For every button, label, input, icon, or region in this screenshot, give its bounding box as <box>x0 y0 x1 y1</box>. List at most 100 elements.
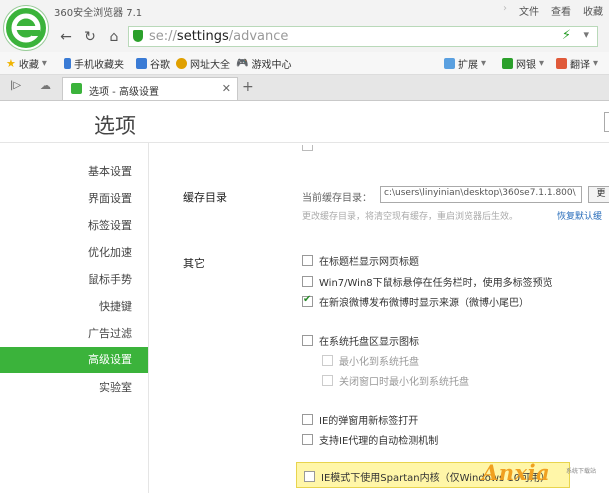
gamepad-icon: 🎮 <box>236 58 249 69</box>
option-ie-popup-newtab[interactable]: IE的弹窗用新标签打开 <box>302 412 418 427</box>
chevron-down-icon: ▾ <box>41 58 47 69</box>
globe-icon <box>176 58 187 69</box>
checkbox[interactable] <box>302 434 313 445</box>
app-title: 360安全浏览器 7.1 <box>54 8 143 19</box>
chevron-down-icon: ▾ <box>539 58 545 69</box>
restore-default-cache-link[interactable]: 恢复默认缓 <box>557 209 602 222</box>
checkbox[interactable] <box>302 335 313 346</box>
checkbox[interactable] <box>302 255 313 266</box>
page-title: 选项 <box>94 114 136 138</box>
bank-button[interactable]: 网银 ▾ <box>502 56 544 71</box>
watermark-subtitle: 系统下载站 <box>566 468 597 475</box>
menu-view[interactable]: 查看 <box>551 3 571 18</box>
favorites-item-label: 游戏中心 <box>251 60 292 71</box>
option-close-to-tray[interactable]: 关闭窗口时最小化到系统托盘 <box>322 373 469 388</box>
url-path-rest: /advance <box>228 29 289 44</box>
clipped-checkbox[interactable] <box>302 145 313 151</box>
favorites-item-google[interactable]: 谷歌 <box>136 56 170 71</box>
checkbox[interactable] <box>304 471 315 482</box>
option-label: 最小化到系统托盘 <box>339 357 419 368</box>
settings-tab-icon <box>71 83 82 94</box>
shield-icon <box>502 58 513 69</box>
translate-icon <box>556 58 567 69</box>
cloud-icon[interactable]: ☁ <box>40 79 51 92</box>
sidebar-item-adblock[interactable]: 广告过滤 <box>0 321 148 347</box>
sidebar-item-optimize[interactable]: 优化加速 <box>0 240 148 266</box>
sidebar-item-basic[interactable]: 基本设置 <box>0 159 148 185</box>
star-icon: ★ <box>6 57 16 70</box>
checkbox-checked[interactable] <box>302 294 313 307</box>
option-label: 在系统托盘区显示图标 <box>319 337 419 348</box>
sidebar-item-gestures[interactable]: 鼠标手势 <box>0 267 148 293</box>
option-label: 在新浪微博发布微博时显示来源（微博小尾巴） <box>319 298 529 309</box>
google-icon <box>136 58 147 69</box>
option-label: Win7/Win8下鼠标悬停在任务栏时，使用多标签预览 <box>319 278 553 289</box>
favorites-item-label: 网址大全 <box>190 60 230 71</box>
url-path-strong: settings <box>176 29 229 44</box>
phone-icon <box>64 58 71 69</box>
address-bar[interactable]: se://settings/advance ⚡ ▾ <box>128 26 598 47</box>
bank-label: 网银 <box>516 60 536 71</box>
option-weibo-source[interactable]: 在新浪微博发布微博时显示来源（微博小尾巴） <box>302 294 529 309</box>
favorites-item-label: 谷歌 <box>150 60 170 71</box>
favorites-bar: ★ 收藏 ▾ 手机收藏夹 谷歌 网址大全 🎮 游戏中心 扩展 ▾ 网银 ▾ 翻译… <box>0 52 609 75</box>
close-icon[interactable]: ✕ <box>222 82 231 95</box>
option-show-page-title[interactable]: 在标题栏显示网页标题 <box>302 253 419 268</box>
favorites-item-collect[interactable]: ★ 收藏 ▾ <box>6 56 47 71</box>
option-minimize-to-tray[interactable]: 最小化到系统托盘 <box>322 353 419 368</box>
checkbox[interactable] <box>302 414 313 425</box>
checkbox[interactable] <box>322 375 333 386</box>
option-tray-icon[interactable]: 在系统托盘区显示图标 <box>302 333 419 348</box>
translate-label: 翻译 <box>570 60 590 71</box>
option-taskbar-preview[interactable]: Win7/Win8下鼠标悬停在任务栏时，使用多标签预览 <box>302 274 553 289</box>
option-label: IE的弹窗用新标签打开 <box>319 416 419 427</box>
home-icon[interactable]: ⌂ <box>104 27 124 47</box>
menu-favorites[interactable]: 收藏 <box>583 3 603 18</box>
checkbox[interactable] <box>302 276 313 287</box>
tab-label: 选项 - 高级设置 <box>89 87 159 98</box>
navigation-bar: ← ↻ ⌂ se://settings/advance ⚡ ▾ <box>0 22 609 53</box>
change-cache-button[interactable]: 更 <box>588 186 609 203</box>
favorites-item-sites[interactable]: 网址大全 <box>176 56 230 71</box>
grid-icon <box>444 58 455 69</box>
sidebar-item-tabs[interactable]: 标签设置 <box>0 213 148 239</box>
option-label: 在标题栏显示网页标题 <box>319 257 419 268</box>
speed-mode-icon[interactable]: ⚡ <box>562 28 571 43</box>
sidebar-item-interface[interactable]: 界面设置 <box>0 186 148 212</box>
url-text: se://settings/advance <box>149 29 288 44</box>
checkbox[interactable] <box>322 355 333 366</box>
cache-path-field[interactable]: c:\users\linyinian\desktop\360se7.1.1.80… <box>380 186 582 203</box>
refresh-icon[interactable]: ↻ <box>80 27 100 47</box>
other-section-title: 其它 <box>183 257 205 270</box>
sidebar-item-lab[interactable]: 实验室 <box>0 375 148 401</box>
title-menu: › 文件 查看 收藏 <box>503 3 603 18</box>
settings-sidebar: 基本设置 界面设置 标签设置 优化加速 鼠标手势 快捷键 广告过滤 高级设置 实… <box>0 143 149 493</box>
cache-note: 更改缓存目录，将清空现有缓存，重启浏览器后生效。 <box>302 212 519 222</box>
cache-current-label: 当前缓存目录： <box>302 193 372 204</box>
favorites-item-label: 收藏 <box>18 60 39 71</box>
tab-settings[interactable]: 选项 - 高级设置 ✕ <box>62 77 238 100</box>
shield-icon <box>133 30 143 42</box>
option-label: 支持IE代理的自动检测机制 <box>319 436 439 447</box>
url-scheme: se:// <box>149 29 177 44</box>
browser-logo-icon[interactable] <box>4 6 48 50</box>
search-box[interactable] <box>604 112 609 132</box>
sidebar-item-advanced[interactable]: 高级设置 <box>0 347 148 373</box>
new-tab-button[interactable]: + <box>242 79 254 95</box>
sidebar-toggle-icon[interactable]: |▷ <box>10 80 21 91</box>
favorites-item-label: 手机收藏夹 <box>74 60 124 71</box>
sidebar-item-shortcuts[interactable]: 快捷键 <box>0 294 148 320</box>
translate-button[interactable]: 翻译 ▾ <box>556 56 598 71</box>
favorites-item-mobile[interactable]: 手机收藏夹 <box>64 56 124 71</box>
option-label: 关闭窗口时最小化到系统托盘 <box>339 377 469 388</box>
back-icon[interactable]: ← <box>56 27 76 47</box>
chevron-down-icon[interactable]: ▾ <box>583 28 589 41</box>
menu-file[interactable]: 文件 <box>519 3 539 18</box>
chevron-down-icon: ▾ <box>593 58 599 69</box>
menu-separator: › <box>503 3 507 14</box>
chevron-down-icon: ▾ <box>481 58 487 69</box>
favorites-item-games[interactable]: 🎮 游戏中心 <box>236 56 291 71</box>
extensions-button[interactable]: 扩展 ▾ <box>444 56 486 71</box>
tab-strip: |▷ ☁ 选项 - 高级设置 ✕ + <box>0 75 609 101</box>
option-ie-proxy-detect[interactable]: 支持IE代理的自动检测机制 <box>302 432 438 447</box>
